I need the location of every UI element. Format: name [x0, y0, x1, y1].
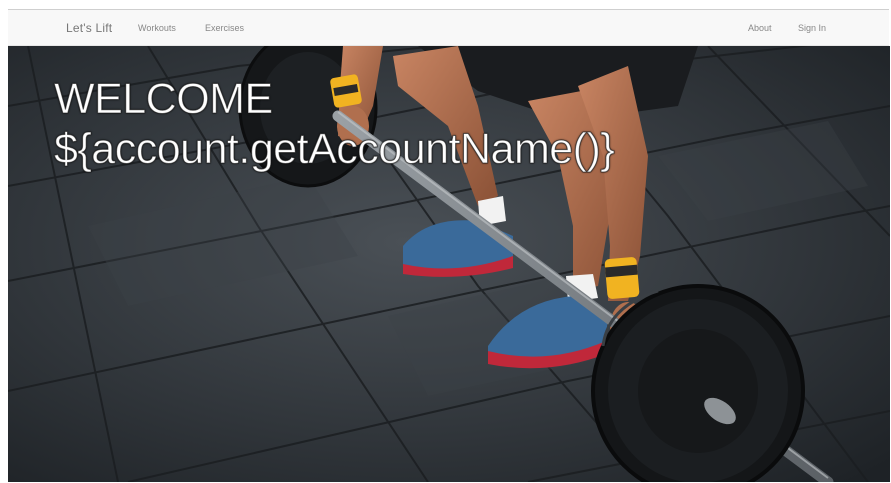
navbar: Let's Lift Workouts Exercises About Sign…	[8, 10, 889, 46]
welcome-title: WELCOME	[53, 75, 273, 124]
hero-banner: WELCOME ${account.getAccountName()}	[8, 46, 890, 482]
welcome-heading: WELCOME ${account.getAccountName()}	[53, 74, 615, 174]
nav-link-exercises[interactable]: Exercises	[205, 23, 244, 33]
nav-link-sign-in[interactable]: Sign In	[798, 23, 826, 33]
nav-link-about[interactable]: About	[748, 23, 772, 33]
nav-link-workouts[interactable]: Workouts	[138, 23, 176, 33]
brand-link[interactable]: Let's Lift	[66, 21, 112, 35]
page: Let's Lift Workouts Exercises About Sign…	[0, 0, 891, 483]
account-name-placeholder: ${account.getAccountName()}	[53, 125, 615, 174]
